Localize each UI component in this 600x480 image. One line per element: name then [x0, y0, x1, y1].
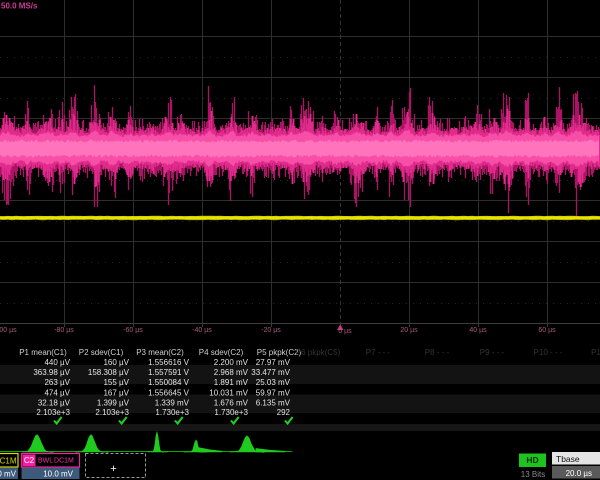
svg-text:P1 mean(C1): P1 mean(C1)	[19, 348, 67, 357]
svg-text:P3 mean(C2): P3 mean(C2)	[136, 348, 184, 357]
svg-text:C1M: C1M	[0, 457, 17, 466]
svg-text:2.200 mV: 2.200 mV	[214, 358, 249, 367]
svg-text:158.308 µV: 158.308 µV	[88, 368, 130, 377]
svg-text:474 µV: 474 µV	[44, 389, 70, 398]
svg-text:1.557591 V: 1.557591 V	[148, 368, 190, 377]
svg-text:BWL: BWL	[38, 458, 53, 465]
svg-text:2.968 mV: 2.968 mV	[214, 368, 249, 377]
svg-text:C2: C2	[24, 456, 35, 465]
svg-text:1.730e+3: 1.730e+3	[155, 408, 189, 417]
svg-text:59.97 mV: 59.97 mV	[256, 389, 291, 398]
svg-text:-20 µs: -20 µs	[261, 327, 281, 334]
svg-text:00 µs: 00 µs	[0, 327, 17, 334]
svg-text:1.399 µV: 1.399 µV	[97, 399, 130, 408]
svg-text:40 µs: 40 µs	[469, 327, 487, 334]
svg-text:440 µV: 440 µV	[44, 358, 70, 367]
svg-text:P7 - - -: P7 - - -	[366, 348, 391, 357]
svg-text:P8 - - -: P8 - - -	[425, 348, 450, 357]
svg-text:1.891 mV: 1.891 mV	[214, 378, 249, 387]
svg-text:P4 sdev(C2): P4 sdev(C2)	[199, 348, 244, 357]
svg-text:P9 - - -: P9 - - -	[480, 348, 505, 357]
svg-text:P6 pkpk(C5): P6 pkpk(C5)	[296, 348, 341, 357]
svg-text:10.0 mV: 10.0 mV	[43, 470, 73, 479]
svg-text:6.135 mV: 6.135 mV	[256, 399, 291, 408]
svg-text:13 Bits: 13 Bits	[521, 470, 545, 479]
svg-text:25.03 mV: 25.03 mV	[256, 378, 291, 387]
svg-text:-60 µs: -60 µs	[123, 327, 143, 334]
svg-text:1.339 mV: 1.339 mV	[155, 399, 190, 408]
svg-text:0 µs: 0 µs	[338, 328, 352, 335]
svg-text:P10 - - -: P10 - - -	[534, 348, 563, 357]
svg-text:263 µV: 263 µV	[44, 378, 70, 387]
svg-text:1.550084 V: 1.550084 V	[148, 378, 190, 387]
svg-text:27.97 mV: 27.97 mV	[256, 358, 291, 367]
svg-text:20.0 µs: 20.0 µs	[566, 469, 592, 478]
svg-text:167 µV: 167 µV	[103, 389, 129, 398]
svg-text:Tbase: Tbase	[556, 454, 580, 464]
svg-text:2.103e+3: 2.103e+3	[95, 408, 129, 417]
svg-text:0 mV: 0 mV	[0, 470, 17, 479]
svg-text:10.031 mV: 10.031 mV	[209, 389, 248, 398]
svg-text:P1: P1	[591, 348, 600, 357]
svg-text:-40 µs: -40 µs	[192, 327, 212, 334]
svg-text:HD: HD	[526, 455, 538, 465]
svg-text:DC1M: DC1M	[54, 458, 74, 465]
svg-text:2.103e+3: 2.103e+3	[36, 408, 70, 417]
svg-text:P2 sdev(C1): P2 sdev(C1)	[79, 348, 124, 357]
svg-text:1.556616 V: 1.556616 V	[148, 358, 190, 367]
svg-text:33.477 mV: 33.477 mV	[251, 368, 290, 377]
svg-text:50.0 MS/s: 50.0 MS/s	[1, 2, 38, 11]
svg-text:-80 µs: -80 µs	[54, 327, 74, 334]
svg-text:20 µs: 20 µs	[400, 327, 418, 334]
svg-text:32.18 µV: 32.18 µV	[38, 399, 71, 408]
svg-text:+: +	[110, 463, 116, 475]
svg-text:1.730e+3: 1.730e+3	[214, 408, 248, 417]
svg-text:363.98 µV: 363.98 µV	[33, 368, 70, 377]
svg-text:292: 292	[277, 408, 291, 417]
svg-text:1.676 mV: 1.676 mV	[214, 399, 249, 408]
svg-text:1.556645 V: 1.556645 V	[148, 389, 190, 398]
svg-text:155 µV: 155 µV	[103, 378, 129, 387]
svg-text:160 µV: 160 µV	[103, 358, 129, 367]
svg-text:60 µs: 60 µs	[538, 327, 556, 334]
